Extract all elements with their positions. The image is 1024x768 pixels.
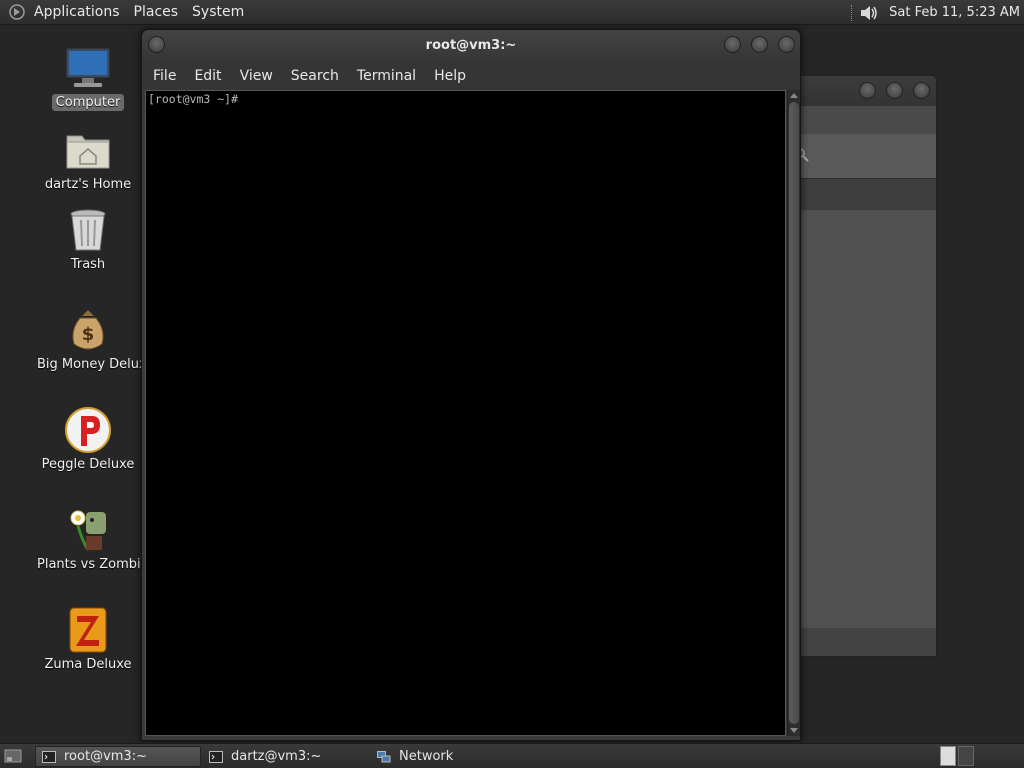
menu-view[interactable]: View: [240, 68, 273, 84]
background-window-location-bar: [781, 178, 936, 210]
desktop-icon-peggle[interactable]: Peggle Deluxe: [33, 406, 143, 473]
plants-vs-zombies-icon: [64, 506, 112, 554]
bottom-panel: root@vm3:~ dartz@vm3:~ Network: [0, 743, 1024, 768]
workspace-switcher-2[interactable]: [958, 746, 974, 766]
scroll-down-icon[interactable]: [790, 728, 798, 733]
menu-edit[interactable]: Edit: [194, 68, 221, 84]
maximize-button[interactable]: [886, 82, 903, 99]
trash-icon: [64, 206, 112, 254]
background-window[interactable]: [780, 75, 937, 657]
minimize-button[interactable]: [859, 82, 876, 99]
menu-search[interactable]: Search: [291, 68, 339, 84]
desktop-icon-label: Plants vs Zombie: [37, 557, 149, 572]
workspace-switcher[interactable]: [940, 746, 956, 766]
terminal-icon: [42, 750, 56, 763]
desktop-icon-computer[interactable]: Computer: [33, 44, 143, 111]
minimize-button[interactable]: [724, 36, 741, 53]
volume-icon[interactable]: [859, 4, 879, 22]
show-desktop-icon[interactable]: [4, 748, 22, 764]
desktop-icon-plants-vs-zombies[interactable]: Plants vs Zombie: [33, 506, 149, 573]
terminal-menubar: File Edit View Search Terminal Help: [142, 62, 800, 90]
gnome-foot-icon[interactable]: [8, 3, 26, 21]
terminal-output[interactable]: [root@vm3 ~]#: [145, 90, 786, 736]
top-panel: Applications Places System Sat Feb 11, 5…: [0, 0, 1024, 25]
menu-terminal[interactable]: Terminal: [357, 68, 416, 84]
background-window-toolbar: [781, 134, 936, 178]
desktop-icon-label: Zuma Deluxe: [44, 657, 132, 672]
terminal-titlebar[interactable]: root@vm3:~: [142, 30, 800, 62]
desktop-icon-label: Computer: [51, 94, 125, 111]
svg-text:$: $: [82, 324, 95, 345]
terminal-icon: [209, 750, 223, 763]
desktop-icon-label: Trash: [70, 257, 106, 272]
close-button[interactable]: [778, 36, 795, 53]
zuma-icon: [64, 606, 112, 654]
terminal-title: root@vm3:~: [425, 38, 517, 53]
panel-separator: [851, 4, 853, 21]
background-window-content: [781, 210, 936, 628]
home-folder-icon: [64, 126, 112, 174]
maximize-button[interactable]: [751, 36, 768, 53]
desktop-icon-label: dartz's Home: [44, 177, 132, 192]
menu-system[interactable]: System: [192, 4, 244, 20]
taskbar-item-dartz-terminal[interactable]: dartz@vm3:~: [203, 746, 369, 767]
money-bag-icon: $: [64, 306, 112, 354]
desktop-icon-big-money[interactable]: $ Big Money Delux: [33, 306, 147, 373]
terminal-prompt: [root@vm3 ~]#: [148, 92, 239, 106]
desktop-icon-zuma[interactable]: Zuma Deluxe: [33, 606, 143, 673]
menu-applications[interactable]: Applications: [34, 4, 120, 20]
taskbar-item-root-terminal[interactable]: root@vm3:~: [35, 746, 201, 767]
network-icon: [377, 750, 391, 762]
menu-help[interactable]: Help: [434, 68, 466, 84]
terminal-window[interactable]: root@vm3:~ File Edit View Search Termina…: [141, 29, 801, 741]
taskbar-item-network[interactable]: Network: [371, 746, 537, 767]
close-button[interactable]: [913, 82, 930, 99]
desktop-icon-label: Peggle Deluxe: [41, 457, 135, 472]
scroll-up-icon[interactable]: [790, 93, 798, 98]
taskbar-item-label: root@vm3:~: [64, 749, 147, 764]
menu-file[interactable]: File: [153, 68, 176, 84]
desktop-icon-home[interactable]: dartz's Home: [33, 126, 143, 193]
panel-tray: Sat Feb 11, 5:23 AM: [851, 0, 1020, 25]
background-window-statusbar: [781, 628, 936, 656]
desktop-icon-trash[interactable]: Trash: [33, 206, 143, 273]
menu-places[interactable]: Places: [134, 4, 179, 20]
scrollbar-thumb[interactable]: [789, 102, 799, 724]
taskbar-item-label: Network: [399, 749, 454, 764]
terminal-scrollbar[interactable]: [787, 90, 800, 736]
clock[interactable]: Sat Feb 11, 5:23 AM: [889, 5, 1020, 20]
computer-icon: [64, 44, 112, 92]
peggle-icon: [64, 406, 112, 454]
desktop-icon-label: Big Money Delux: [37, 357, 147, 372]
taskbar-item-label: dartz@vm3:~: [231, 749, 322, 764]
